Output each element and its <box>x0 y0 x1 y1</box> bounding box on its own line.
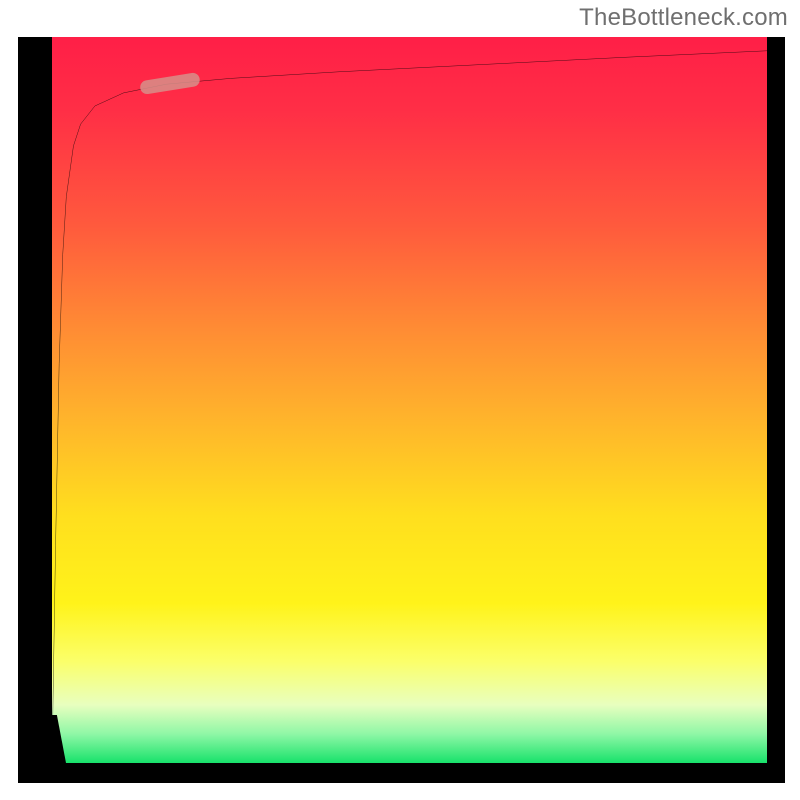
highlight-marker <box>139 72 200 95</box>
frame-left <box>18 37 52 783</box>
frame-right <box>767 37 785 783</box>
chart-canvas: TheBottleneck.com <box>0 0 800 800</box>
frame-bottom <box>18 763 785 783</box>
curve-layer <box>52 37 767 763</box>
attribution-text: TheBottleneck.com <box>579 4 788 32</box>
plot-frame <box>18 37 785 783</box>
series-curve <box>52 51 767 763</box>
